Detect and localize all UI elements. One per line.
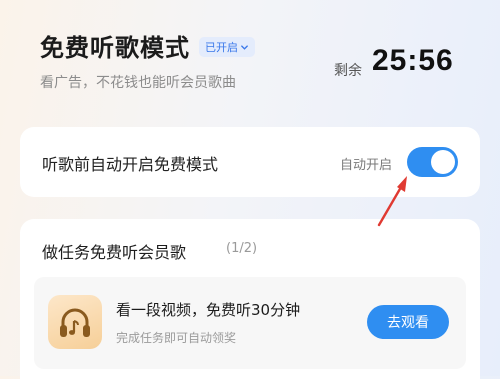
- toggle-knob: [431, 150, 455, 174]
- page-title: 免费听歌模式: [40, 34, 190, 62]
- task-progress: (1/2): [226, 241, 258, 256]
- task-section-title: 做任务免费听会员歌: [42, 243, 187, 262]
- auto-mode-label: 听歌前自动开启免费模式: [42, 155, 219, 174]
- chevron-down-icon: [241, 44, 248, 50]
- task-title: 看一段视频，免费听30分钟: [116, 301, 301, 319]
- page-subtitle: 看广告，不花钱也能听会员歌曲: [40, 75, 236, 91]
- auto-mode-status: 自动开启: [340, 158, 393, 173]
- list-item: 看一段视频，免费听30分钟 完成任务即可自动领奖 去观看: [34, 277, 466, 369]
- remaining-label: 剩余: [334, 63, 362, 79]
- auto-mode-toggle[interactable]: [407, 147, 458, 177]
- headphone-music-icon: [48, 295, 102, 349]
- mode-status-label: 已开启: [205, 41, 238, 54]
- task-description: 完成任务即可自动领奖: [116, 331, 237, 345]
- mode-status-badge[interactable]: 已开启: [199, 37, 255, 57]
- task-card: 做任务免费听会员歌 (1/2) 看一段视频，免费听30分钟 完成任务即可自动领奖…: [20, 219, 480, 379]
- free-mode-header: 免费听歌模式 已开启 看广告，不花钱也能听会员歌曲 剩余 25:56: [0, 0, 500, 110]
- remaining-time: 25:56: [372, 44, 454, 77]
- auto-mode-card: 听歌前自动开启免费模式 自动开启: [20, 127, 480, 197]
- watch-video-button[interactable]: 去观看: [367, 305, 449, 339]
